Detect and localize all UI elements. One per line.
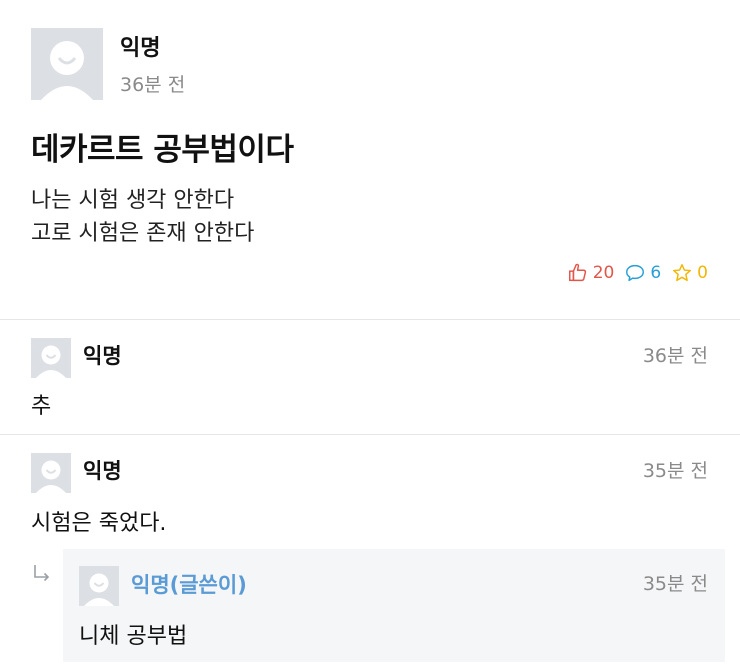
comment-count: 6 xyxy=(650,263,662,283)
post-body-line: 고로 시험은 존재 안한다 xyxy=(31,221,255,246)
comment-author-avatar[interactable] xyxy=(31,453,71,493)
reply-timestamp: 35분 전 xyxy=(642,573,708,595)
post-title: 데카르트 공부법이다 xyxy=(31,132,294,168)
default-avatar-icon xyxy=(31,338,71,378)
comment-author-avatar[interactable] xyxy=(31,338,71,378)
like-button[interactable]: 20 xyxy=(567,262,615,284)
speech-bubble-icon xyxy=(626,264,645,282)
comment-timestamp: 35분 전 xyxy=(642,460,708,482)
scrap-count: 0 xyxy=(697,263,708,283)
post-author-name: 익명 xyxy=(120,36,161,61)
comment-count-button[interactable]: 6 xyxy=(624,262,661,284)
divider xyxy=(0,319,740,320)
post-body-line: 나는 시험 생각 안한다 xyxy=(31,188,235,213)
reply-author-name: 익명(글쓴이) xyxy=(131,573,247,597)
post-stats: 20 6 0 xyxy=(567,262,708,284)
comment-text: 추 xyxy=(31,394,52,419)
comment-author-name: 익명 xyxy=(83,344,122,368)
post-timestamp: 36분 전 xyxy=(120,74,186,96)
default-avatar-icon xyxy=(79,566,119,606)
scrap-button[interactable]: 0 xyxy=(671,262,708,284)
reply-text: 니체 공부법 xyxy=(79,624,188,649)
star-icon xyxy=(673,264,692,282)
comment-text: 시험은 죽었다. xyxy=(31,511,167,536)
comment-author-name: 익명 xyxy=(83,459,122,483)
like-count: 20 xyxy=(592,263,615,283)
default-avatar-icon xyxy=(31,28,103,100)
divider xyxy=(0,434,740,435)
post-body: 나는 시험 생각 안한다 고로 시험은 존재 안한다 xyxy=(31,184,254,250)
default-avatar-icon xyxy=(31,453,71,493)
reply-arrow-icon xyxy=(34,565,50,582)
comment-timestamp: 36분 전 xyxy=(642,345,708,367)
thumbs-up-icon xyxy=(568,263,586,282)
post-author-avatar[interactable] xyxy=(31,28,103,100)
reply-author-avatar[interactable] xyxy=(79,566,119,606)
